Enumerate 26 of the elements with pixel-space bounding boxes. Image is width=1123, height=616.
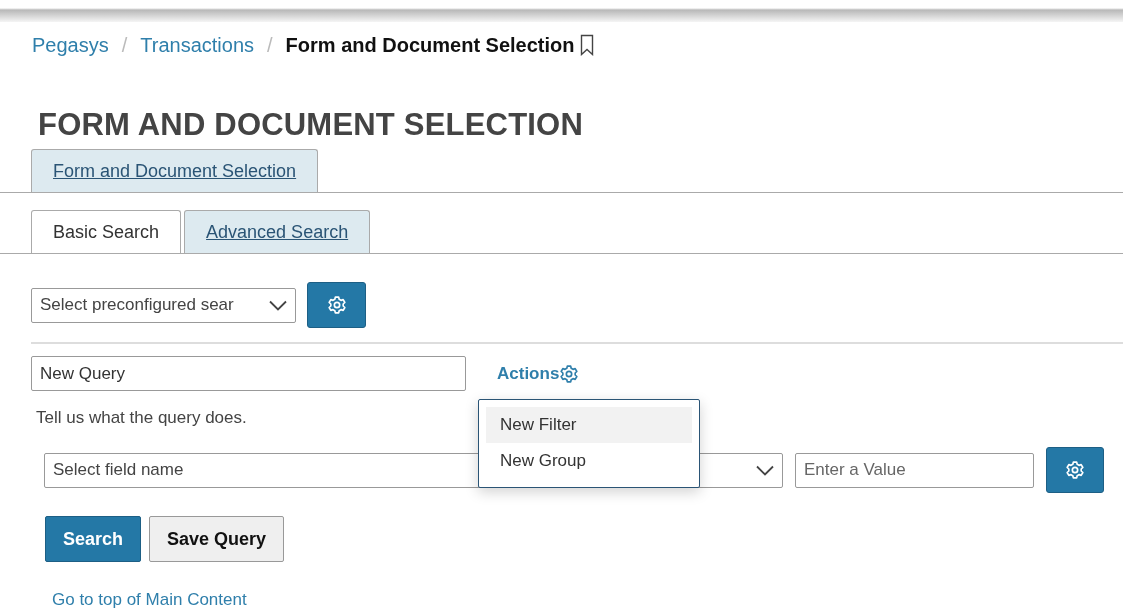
tab[interactable]: Form and Document Selection — [31, 149, 319, 192]
tab[interactable]: Basic Search — [31, 210, 182, 253]
menu-item[interactable]: New Filter — [486, 407, 692, 443]
settings-button[interactable] — [1046, 447, 1104, 493]
bookmark-icon[interactable] — [579, 34, 594, 56]
chevron-down-icon — [269, 299, 287, 311]
search-button[interactable]: Search — [45, 516, 142, 562]
breadcrumb-link[interactable]: Pegasys — [32, 33, 109, 57]
preconfigured-search-select[interactable]: Select preconfigured sear — [31, 287, 296, 323]
breadcrumb-separator: / — [121, 33, 128, 57]
breadcrumb-link[interactable]: Transactions — [140, 33, 255, 57]
query-name-field[interactable]: New Query — [31, 356, 466, 391]
save-query-button[interactable]: Save Query — [149, 516, 285, 562]
settings-button[interactable] — [307, 282, 366, 328]
breadcrumb-current: Form and Document Selection — [285, 33, 575, 57]
tab[interactable]: Advanced Search — [184, 210, 371, 253]
actions-link[interactable]: Actions — [497, 363, 580, 384]
settings-icon — [559, 363, 580, 384]
value-field[interactable]: Enter a Value — [795, 452, 1034, 488]
settings-icon — [326, 295, 347, 315]
query-hint: Tell us what the query does. — [36, 408, 247, 427]
settings-icon — [1065, 460, 1085, 480]
breadcrumb-separator: / — [267, 33, 273, 57]
top-link[interactable]: Go to top of Main Content — [52, 590, 247, 610]
page-heading: FORM AND DOCUMENT SELECTION — [38, 108, 584, 142]
chevron-down-icon — [756, 464, 774, 476]
